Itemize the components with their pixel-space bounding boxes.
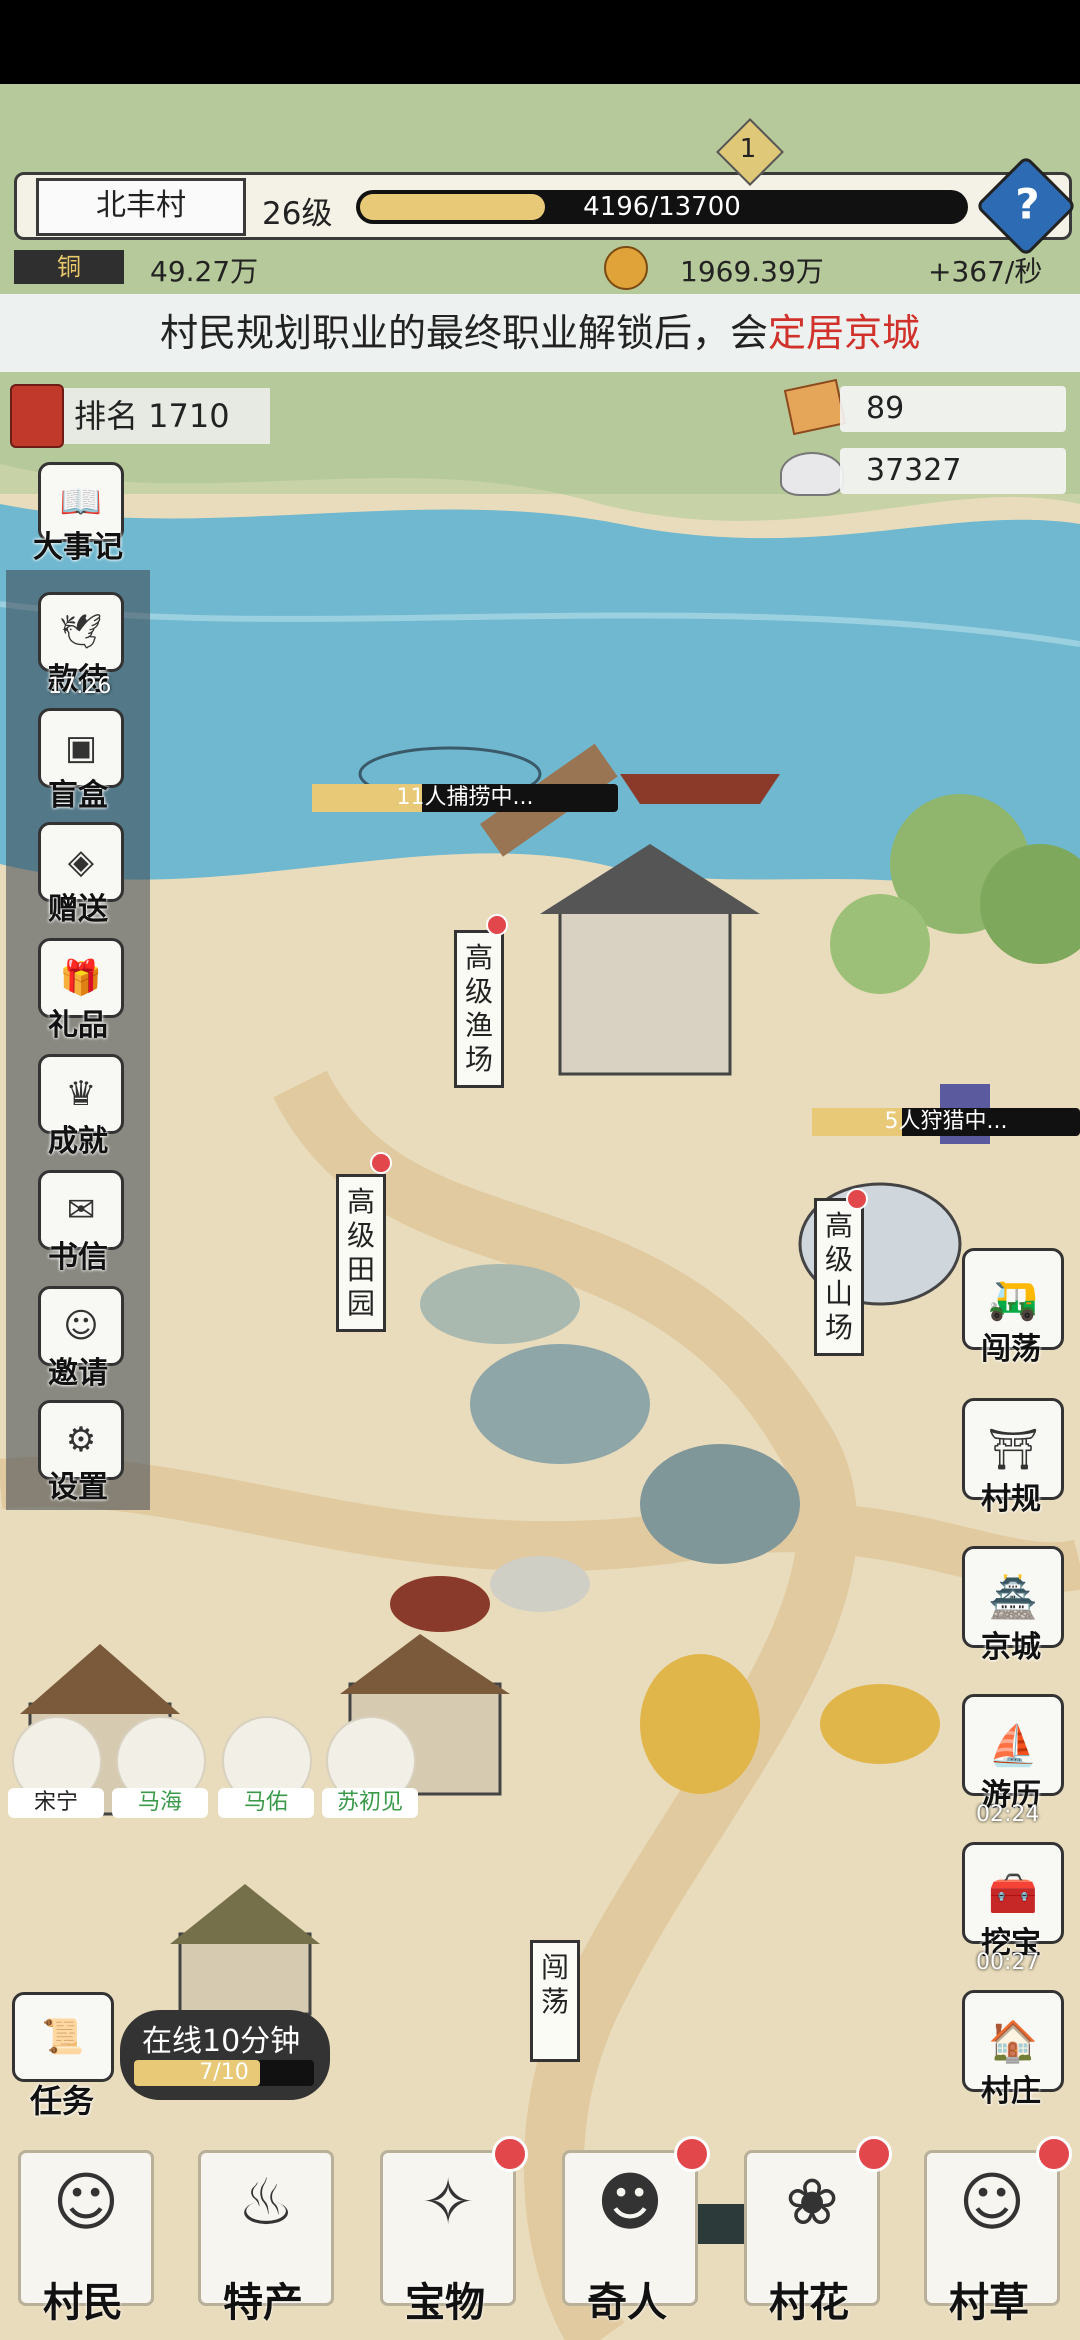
badge-number: 1 — [739, 134, 757, 164]
sign-mountain[interactable]: 高级山场 — [814, 1198, 864, 1356]
notification-dot — [370, 1152, 392, 1174]
scroll-icon: 🕊 — [59, 612, 103, 652]
menu-timer: 17:26 — [48, 674, 112, 699]
resource-rate: +367/秒 — [928, 255, 1043, 288]
travel-icon: ⛵ — [988, 1722, 1038, 1769]
sign-mountain-text: 高级山场 — [824, 1209, 853, 1344]
hunting-progress-text: 5人狩猎中... — [884, 1109, 1008, 1134]
tab-portrait-icon: ☺ — [958, 2166, 1026, 2240]
character-name[interactable]: 马佑 — [218, 1788, 314, 1818]
letter-icon: ✉ — [66, 1190, 96, 1230]
gold-icon: 铜 — [14, 250, 124, 284]
trophy-icon: ♛ — [65, 1074, 97, 1114]
gear-icon: ⚙ — [65, 1420, 97, 1460]
rank-text: 排名 1710 — [74, 397, 230, 435]
right-menu-label: 京城 — [981, 1630, 1041, 1665]
help-icon: ? — [1015, 179, 1040, 229]
notification-dot — [856, 2136, 892, 2172]
bag-icon: ◈ — [67, 842, 95, 882]
resource-row: 铜 49.27万 1969.39万 +367/秒 — [0, 246, 1080, 290]
tab-portrait-icon: ✧ — [421, 2166, 475, 2240]
online-text: 在线10分钟 — [142, 2024, 301, 2059]
bottom-tab-label: 村草 — [949, 2280, 1029, 2326]
sign-farm[interactable]: 高级田园 — [336, 1174, 386, 1332]
notice-text: 村民规划职业的最终职业解锁后，会 — [159, 311, 768, 355]
wander-icon: 🛺 — [988, 1276, 1038, 1323]
rank-icon — [10, 384, 64, 448]
resource-b: 37327 — [840, 448, 1066, 494]
dig-icon: 🧰 — [988, 1870, 1038, 1917]
resource-left: 49.27万 — [150, 255, 259, 288]
menu-label: 邀请 — [48, 1356, 108, 1391]
fishing-progress-text: 11人捕捞中... — [396, 785, 534, 810]
box-icon: ▣ — [64, 728, 98, 768]
character-name[interactable]: 苏初见 — [322, 1788, 418, 1818]
right-menu-label: 闯荡 — [981, 1332, 1041, 1367]
menu-label: 书信 — [48, 1240, 108, 1275]
notification-dot — [1036, 2136, 1072, 2172]
tab-portrait-icon: ☻ — [596, 2166, 664, 2240]
xp-text: 4196/13700 — [583, 192, 741, 222]
village-icon: 🏠 — [988, 2018, 1038, 2065]
menu-label: 设置 — [48, 1470, 108, 1505]
bottom-tab-label: 宝物 — [405, 2280, 485, 2326]
tab-portrait-icon: ♨ — [237, 2166, 295, 2240]
right-menu-label: 村规 — [981, 1482, 1041, 1517]
menu-label: 成就 — [48, 1124, 108, 1159]
hunting-progress: 5人狩猎中... — [812, 1108, 1080, 1136]
tab-portrait-icon: ☺ — [52, 2166, 120, 2240]
notification-dot — [674, 2136, 710, 2172]
scroll-icon: 📜 — [41, 2017, 85, 2057]
bottom-tab-label: 村民 — [43, 2280, 123, 2326]
bottom-tab-label: 奇人 — [587, 2280, 667, 2326]
notice-banner: 村民规划职业的最终职业解锁后，会定居京城 — [0, 294, 1080, 372]
silver-ingot-icon — [780, 452, 844, 496]
notice-highlight: 定居京城 — [768, 311, 921, 355]
resource-a: 89 — [840, 386, 1066, 432]
online-progress-text: 7/10 — [199, 2060, 249, 2085]
resource-mid: 1969.39万 — [680, 255, 824, 288]
sign-road-text: 闯荡 — [540, 1951, 569, 2018]
sign-farm-text: 高级田园 — [346, 1185, 375, 1320]
status-bar — [0, 0, 1080, 84]
coin-icon — [604, 246, 648, 290]
village-level: 26级 — [262, 196, 333, 232]
notification-dot — [846, 1188, 868, 1210]
right-menu-label: 村庄 — [981, 2074, 1041, 2109]
character-name[interactable]: 马海 — [112, 1788, 208, 1818]
chronicle-label: 大事记 — [33, 530, 123, 565]
bottom-tab-label: 村花 — [769, 2280, 849, 2326]
notification-dot — [486, 914, 508, 936]
character-name[interactable]: 宋宁 — [8, 1788, 104, 1818]
book-icon: 📖 — [59, 482, 103, 522]
task-button[interactable]: 📜 — [12, 1992, 114, 2082]
menu-label: 盲盒 — [48, 778, 108, 813]
right-menu-timer: 02:24 — [976, 1802, 1040, 1827]
right-menu-timer: 00:27 — [976, 1950, 1040, 1975]
sign-fishery[interactable]: 高级渔场 — [454, 930, 504, 1088]
notification-dot — [492, 2136, 528, 2172]
person-icon: ☺ — [63, 1306, 99, 1346]
sign-road[interactable]: 闯荡 — [530, 1940, 580, 2062]
tab-portrait-icon: ❀ — [785, 2166, 839, 2240]
village-name[interactable]: 北丰村 — [36, 178, 246, 236]
bottom-tab-label: 特产 — [223, 2280, 303, 2326]
fishing-progress: 11人捕捞中... — [312, 784, 618, 812]
task-label: 任务 — [29, 2082, 94, 2120]
menu-label: 赠送 — [48, 892, 108, 927]
menu-label: 礼品 — [48, 1008, 108, 1043]
gift-icon: 🎁 — [59, 958, 103, 998]
rules-icon: ⛩ — [987, 1426, 1039, 1473]
capital-icon: 🏯 — [988, 1574, 1038, 1621]
sign-fishery-text: 高级渔场 — [464, 941, 493, 1076]
